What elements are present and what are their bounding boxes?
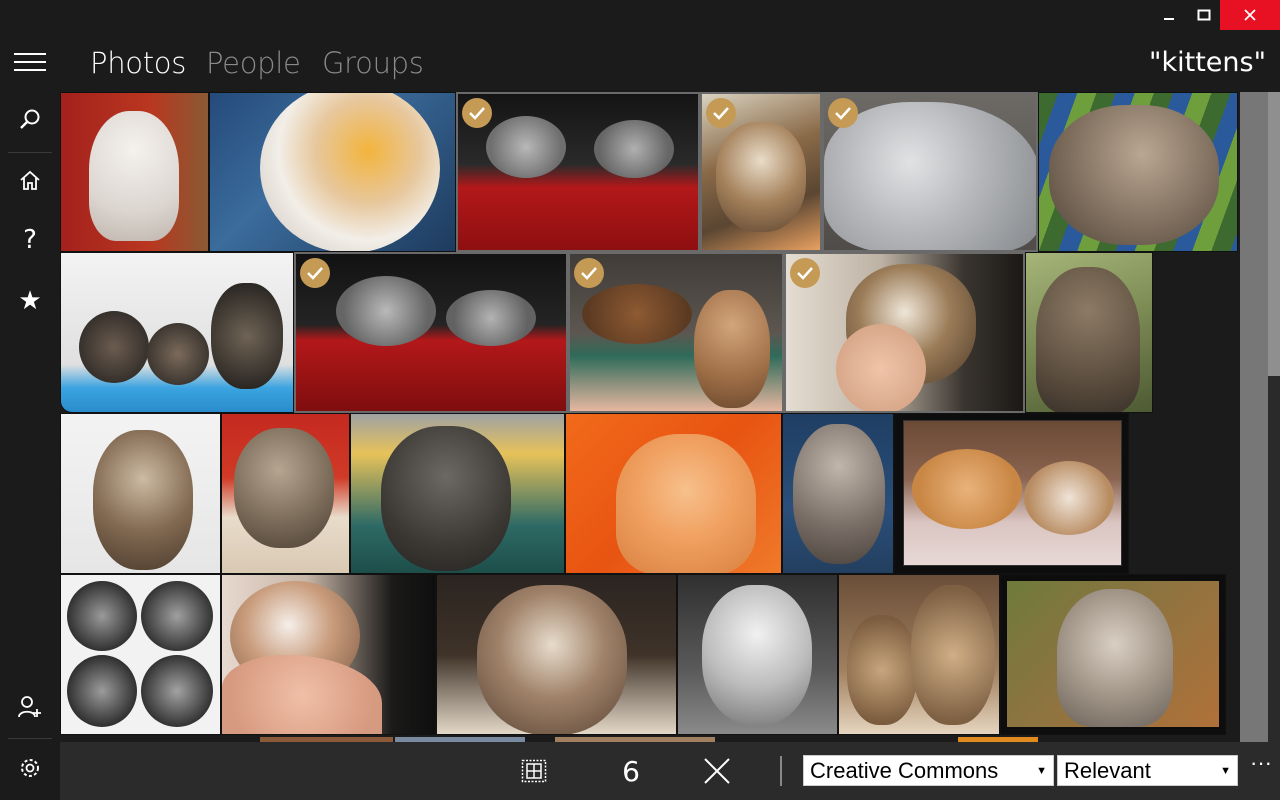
- star-icon: ★: [18, 284, 42, 315]
- select-all-icon: [521, 759, 547, 783]
- minimize-button[interactable]: [1156, 0, 1182, 30]
- help-button[interactable]: ?: [0, 216, 60, 264]
- nav-divider: [8, 152, 52, 153]
- photo-tile-selected[interactable]: [568, 252, 784, 413]
- grid-scroll-thumb[interactable]: [1268, 92, 1280, 376]
- photo-tile[interactable]: [1025, 252, 1153, 413]
- photo-tile[interactable]: [60, 574, 221, 735]
- select-all-button[interactable]: [520, 758, 548, 784]
- maximize-button[interactable]: [1190, 0, 1218, 30]
- checkmark-icon: [835, 107, 851, 120]
- photo-tile[interactable]: [436, 574, 677, 735]
- hamburger-menu-icon: [14, 53, 46, 71]
- photo-tile-selected[interactable]: [822, 92, 1038, 252]
- checkmark-icon: [581, 267, 597, 280]
- license-filter-value: Creative Commons: [810, 757, 999, 783]
- tab-people[interactable]: People: [206, 46, 301, 80]
- tab-photos[interactable]: Photos: [90, 46, 186, 80]
- photo-grid: [60, 92, 1240, 742]
- photo-tile[interactable]: [221, 413, 350, 574]
- photo-tile-selected[interactable]: [294, 252, 568, 413]
- selected-count: 6: [622, 755, 640, 788]
- command-bar: 6 Creative Commons ▼ Relevant ▼ ···: [60, 742, 1280, 800]
- photo-tile[interactable]: [677, 574, 838, 735]
- photo-tile-selected[interactable]: [784, 252, 1025, 413]
- photo-tile[interactable]: [894, 413, 1129, 574]
- photo-tile[interactable]: [60, 252, 294, 413]
- photo-tile-selected[interactable]: [700, 92, 822, 252]
- maximize-icon: [1197, 9, 1211, 21]
- sort-order-value: Relevant: [1064, 757, 1151, 783]
- photo-tile[interactable]: [350, 413, 565, 574]
- clear-selection-icon: [704, 758, 730, 784]
- help-icon: ?: [23, 225, 37, 255]
- hamburger-menu-button[interactable]: [0, 38, 60, 86]
- add-user-icon: [18, 696, 41, 718]
- photo-tile[interactable]: [782, 413, 894, 574]
- selected-check: [462, 98, 492, 128]
- checkmark-icon: [797, 267, 813, 280]
- settings-button[interactable]: [0, 744, 60, 792]
- selected-check: [574, 258, 604, 288]
- photo-tile[interactable]: [221, 574, 436, 735]
- selected-check: [706, 98, 736, 128]
- nav-divider-bottom: [8, 738, 52, 739]
- search-query-label: "kittens": [1149, 47, 1266, 78]
- photo-search-app: ? ★ Photos People Groups "kittens" 6 Cre…: [0, 0, 1280, 800]
- photo-tile[interactable]: [1000, 574, 1226, 735]
- clear-selection-button[interactable]: [702, 756, 732, 786]
- chevron-down-icon: ▼: [1220, 764, 1231, 777]
- add-user-button[interactable]: [0, 683, 60, 731]
- photo-tile[interactable]: [209, 92, 456, 252]
- close-icon: [1244, 9, 1256, 21]
- photo-tile[interactable]: [60, 413, 221, 574]
- home-button[interactable]: [0, 156, 60, 204]
- minimize-icon: [1164, 18, 1174, 20]
- settings-gear-icon: [21, 759, 39, 777]
- checkmark-icon: [713, 107, 729, 120]
- selected-check: [790, 258, 820, 288]
- selected-check: [300, 258, 330, 288]
- tab-groups[interactable]: Groups: [322, 46, 424, 80]
- photo-tile[interactable]: [565, 413, 782, 574]
- photo-tile[interactable]: [1038, 92, 1238, 252]
- command-divider: [780, 756, 782, 786]
- selected-check: [828, 98, 858, 128]
- photo-tile[interactable]: [838, 574, 1000, 735]
- checkmark-icon: [307, 267, 323, 280]
- chevron-down-icon: ▼: [1036, 764, 1047, 777]
- sort-order-dropdown[interactable]: Relevant ▼: [1057, 755, 1238, 786]
- photo-tile[interactable]: [60, 92, 209, 252]
- checkmark-icon: [469, 107, 485, 120]
- search-icon: [20, 109, 40, 129]
- home-icon: [20, 170, 40, 190]
- favorites-button[interactable]: ★: [0, 276, 60, 324]
- grid-scroll-lower[interactable]: [1268, 376, 1280, 742]
- search-button[interactable]: [0, 95, 60, 143]
- more-options-button[interactable]: ···: [1246, 752, 1276, 782]
- nav-rail: ? ★: [0, 0, 60, 800]
- license-filter-dropdown[interactable]: Creative Commons ▼: [803, 755, 1054, 786]
- close-button[interactable]: [1220, 0, 1280, 30]
- photo-tile-selected[interactable]: [456, 92, 700, 252]
